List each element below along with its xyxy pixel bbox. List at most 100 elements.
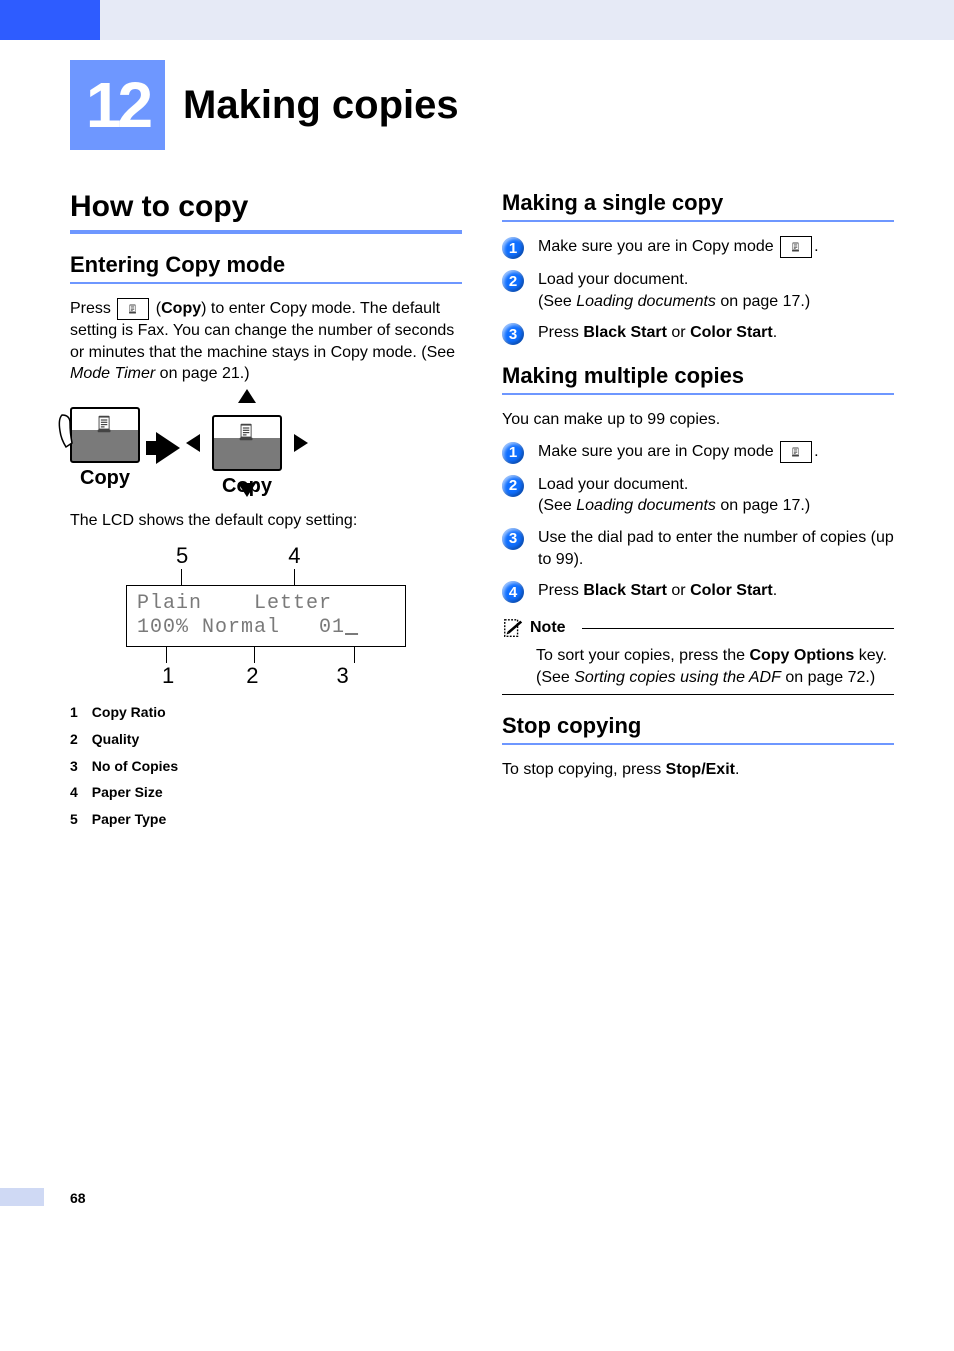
step-badge: 1 [502,442,524,464]
copy-mode-illustration: Copy Copy [70,399,462,498]
text-italic: Mode Timer [70,365,155,382]
text: or [667,582,690,599]
copy-key-icon [780,441,812,463]
lcd-callout-5: 5 [176,543,188,569]
step-badge: 1 [502,237,524,259]
lcd-diagram: 5 4 Plain Letter 100% Normal 01 1 2 3 [126,543,406,689]
legend-text: Copy Ratio [92,699,166,726]
legend-item: 2Quality [70,726,462,753]
text: . [773,324,777,341]
multiple-intro: You can make up to 99 copies. [502,409,894,431]
stop-copy-text: To stop copying, press Stop/Exit. [502,759,894,781]
legend-item: 1 Copy Ratio [70,699,462,726]
page-footer: 68 [0,1182,954,1206]
top-bar [0,0,954,40]
legend-num: 5 [70,806,78,833]
text: (See [538,497,576,514]
text-bold: Copy [161,300,201,317]
text: To stop copying, press [502,761,666,778]
copy-key-icon [780,236,812,258]
legend-text: Quality [92,726,139,753]
text-italic: Loading documents [576,293,716,310]
text: Press [538,582,583,599]
triangle-icon [186,434,200,452]
subsection-single-copy: Making a single copy [502,190,894,216]
step-text: Press Black Start or Color Start. [538,580,894,603]
copy-key-after: Copy [196,399,298,498]
copy-key-before: Copy [70,407,140,490]
lcd-line2: 100% Normal 01 [137,616,345,639]
legend-text: No of Copies [92,753,178,780]
copy-key-icon [117,298,149,320]
rule [582,628,894,629]
right-column: Making a single copy 1 Make sure you are… [502,190,894,832]
legend-num: 1 [70,699,78,726]
rule [502,743,894,745]
text: To sort your copies, press the [536,647,749,664]
legend-text: Paper Type [92,806,166,833]
arrow-right-icon [156,432,180,464]
legend-text: Paper Size [92,779,163,806]
copy-key-icon [212,415,282,471]
top-bar-accent [0,0,100,40]
triangle-icon [238,483,256,497]
entering-copy-paragraph: Press (Copy) to enter Copy mode. The def… [70,298,462,385]
text: . [773,582,777,599]
chapter-header: 12 Making copies [70,60,954,150]
lcd-line1: Plain Letter [137,592,332,615]
lcd-intro-text: The LCD shows the default copy setting: [70,510,462,532]
subsection-stop-copying: Stop copying [502,713,894,739]
step-2: 2 Load your document. (See Loading docum… [502,474,894,517]
subsection-multiple-copies: Making multiple copies [502,363,894,389]
step-text: Load your document. (See Loading documen… [538,269,894,312]
text: on page 72.) [781,669,875,686]
step-text: Press Black Start or Color Start. [538,322,894,345]
chapter-title: Making copies [183,83,459,128]
step-3: 3 Press Black Start or Color Start. [502,322,894,345]
rule [502,694,894,695]
text: or [667,324,690,341]
legend-num: 3 [70,753,78,780]
step-badge: 2 [502,475,524,497]
lcd-legend: 1 Copy Ratio 2Quality 3 No of Copies 4Pape… [70,699,462,832]
step-badge: 3 [502,323,524,345]
finger-press-icon [56,413,78,457]
text-bold: Black Start [583,582,667,599]
legend-item: 5 Paper Type [70,806,462,833]
step-text: Make sure you are in Copy mode . [538,441,894,464]
note-heading: Note [502,617,894,639]
text-bold: Copy Options [749,647,854,664]
rule [502,393,894,395]
step-text: Load your document. (See Loading documen… [538,474,894,517]
note-icon [502,617,524,639]
section-how-to-copy: How to copy [70,190,462,224]
rule [70,230,462,234]
text: . [735,761,739,778]
step-text: Make sure you are in Copy mode . [538,236,894,259]
text: on page 17.) [716,293,810,310]
lcd-callout-3: 3 [337,663,349,689]
chapter-number: 12 [70,60,165,150]
text: Make sure you are in Copy mode [538,238,778,255]
text: . [814,238,818,255]
text: Press [538,324,583,341]
copy-key-label: Copy [70,467,140,490]
step-badge: 3 [502,528,524,550]
legend-item: 3 No of Copies [70,753,462,780]
text: Make sure you are in Copy mode [538,443,778,460]
lcd-callout-4: 4 [288,543,300,569]
text-italic: Sorting copies using the ADF [574,669,781,686]
step-2: 2 Load your document. (See Loading docum… [502,269,894,312]
text: . [814,443,818,460]
text: on page 21.) [155,365,249,382]
triangle-icon [294,434,308,452]
step-1: 1 Make sure you are in Copy mode . [502,236,894,259]
text: on page 17.) [716,497,810,514]
text: Press [70,300,115,317]
note-label: Note [530,619,566,637]
top-bar-fill [100,0,954,40]
page-number: 68 [70,1190,86,1206]
legend-item: 4Paper Size [70,779,462,806]
rule [502,220,894,222]
triangle-icon [238,389,256,403]
